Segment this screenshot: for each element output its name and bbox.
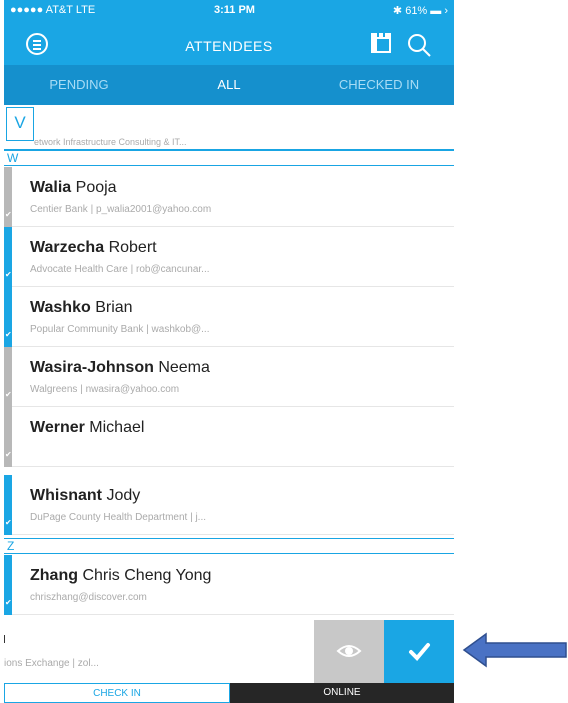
check-status-stripe: ✔ bbox=[4, 407, 12, 467]
table-row[interactable]: ✔ Zhang Chris Cheng Yong chriszhang@disc… bbox=[4, 555, 454, 615]
attendee-details: Centier Bank | p_walia2001@yahoo.com bbox=[30, 204, 212, 215]
table-row[interactable]: ✔ Wasira-Johnson Neema Walgreens | nwasi… bbox=[4, 347, 454, 407]
bottom-bar: CHECK IN ONLINE bbox=[4, 683, 454, 703]
attendee-name: Werner Michael bbox=[30, 419, 145, 436]
attendee-details: Popular Community Bank | washkob@... bbox=[30, 324, 210, 335]
clock: 3:11 PM bbox=[214, 4, 255, 16]
table-row[interactable]: ✔ Walia Pooja Centier Bank | p_walia2001… bbox=[4, 167, 454, 227]
check-status-stripe: ✔ bbox=[4, 287, 12, 347]
tab-checked-in[interactable]: CHECKED IN bbox=[304, 65, 454, 105]
checkmark-icon bbox=[409, 643, 430, 661]
check-icon: ✔ bbox=[5, 450, 12, 459]
attendee-details: DuPage County Health Department | j... bbox=[30, 512, 207, 523]
status-bar: ●●●●● AT&T LTE 3:11 PM ✱ 61% ▬ › bbox=[4, 0, 454, 20]
text-cursor bbox=[4, 635, 5, 643]
section-header-z: Z bbox=[4, 538, 454, 554]
attendee-details: chriszhang@discover.com bbox=[30, 592, 147, 603]
attendee-name: Whisnant Jody bbox=[30, 487, 141, 504]
table-row[interactable]: ✔ Whisnant Jody DuPage County Health Dep… bbox=[4, 475, 454, 535]
attendee-list[interactable]: etwork Infrastructure Consulting & IT...… bbox=[4, 105, 454, 620]
filter-tabs: PENDING ALL CHECKED IN bbox=[4, 65, 454, 105]
online-tab[interactable]: ONLINE bbox=[230, 683, 454, 703]
section-header-w: W bbox=[4, 150, 454, 166]
eye-icon bbox=[336, 645, 362, 657]
battery-indicator: ✱ 61% ▬ › bbox=[392, 5, 448, 17]
header-bar: ●●●●● AT&T LTE 3:11 PM ✱ 61% ▬ › ATTENDE… bbox=[4, 0, 454, 65]
attendee-name: Zhang Chris Cheng Yong bbox=[30, 567, 212, 584]
section-index-popup: V bbox=[6, 107, 34, 141]
table-row[interactable]: ✔ Warzecha Robert Advocate Health Care |… bbox=[4, 227, 454, 287]
check-icon: ✔ bbox=[5, 270, 12, 279]
check-status-stripe: ✔ bbox=[4, 167, 12, 227]
attendee-details: ions Exchange | zol... bbox=[4, 658, 99, 669]
tab-pending[interactable]: PENDING bbox=[4, 65, 154, 105]
check-status-stripe: ✔ bbox=[4, 347, 12, 407]
left-arrow-icon bbox=[462, 632, 567, 668]
check-status-stripe: ✔ bbox=[4, 227, 12, 287]
attendee-details: etwork Infrastructure Consulting & IT... bbox=[34, 137, 187, 147]
attendee-name: Walia Pooja bbox=[30, 179, 117, 196]
check-status-stripe: ✔ bbox=[4, 475, 12, 535]
check-icon: ✔ bbox=[5, 330, 12, 339]
check-icon: ✔ bbox=[5, 598, 12, 607]
swiped-list-item[interactable]: ions Exchange | zol... bbox=[4, 620, 454, 683]
check-icon: ✔ bbox=[5, 518, 12, 527]
list-item[interactable]: etwork Infrastructure Consulting & IT...… bbox=[4, 105, 454, 150]
attendee-details: Advocate Health Care | rob@cancunar... bbox=[30, 264, 210, 275]
check-status-stripe: ✔ bbox=[4, 555, 12, 615]
attendee-details: Walgreens | nwasira@yahoo.com bbox=[30, 384, 180, 395]
check-in-tab[interactable]: CHECK IN bbox=[4, 683, 230, 703]
check-icon: ✔ bbox=[5, 390, 12, 399]
table-row[interactable]: ✔ Werner Michael bbox=[4, 407, 454, 467]
carrier-label: ●●●●● AT&T LTE bbox=[10, 4, 96, 16]
tab-all[interactable]: ALL bbox=[154, 65, 304, 105]
attendee-name: Wasira-Johnson Neema bbox=[30, 359, 210, 376]
table-row[interactable]: ✔ Washko Brian Popular Community Bank | … bbox=[4, 287, 454, 347]
check-in-button[interactable] bbox=[384, 620, 454, 683]
attendee-name: Warzecha Robert bbox=[30, 239, 157, 256]
phone-screen: ●●●●● AT&T LTE 3:11 PM ✱ 61% ▬ › ATTENDE… bbox=[4, 0, 454, 703]
qr-code-icon[interactable] bbox=[371, 33, 391, 53]
check-icon: ✔ bbox=[5, 210, 12, 219]
search-icon[interactable] bbox=[406, 32, 432, 58]
view-button[interactable] bbox=[314, 620, 384, 683]
attendee-name: Washko Brian bbox=[30, 299, 133, 316]
